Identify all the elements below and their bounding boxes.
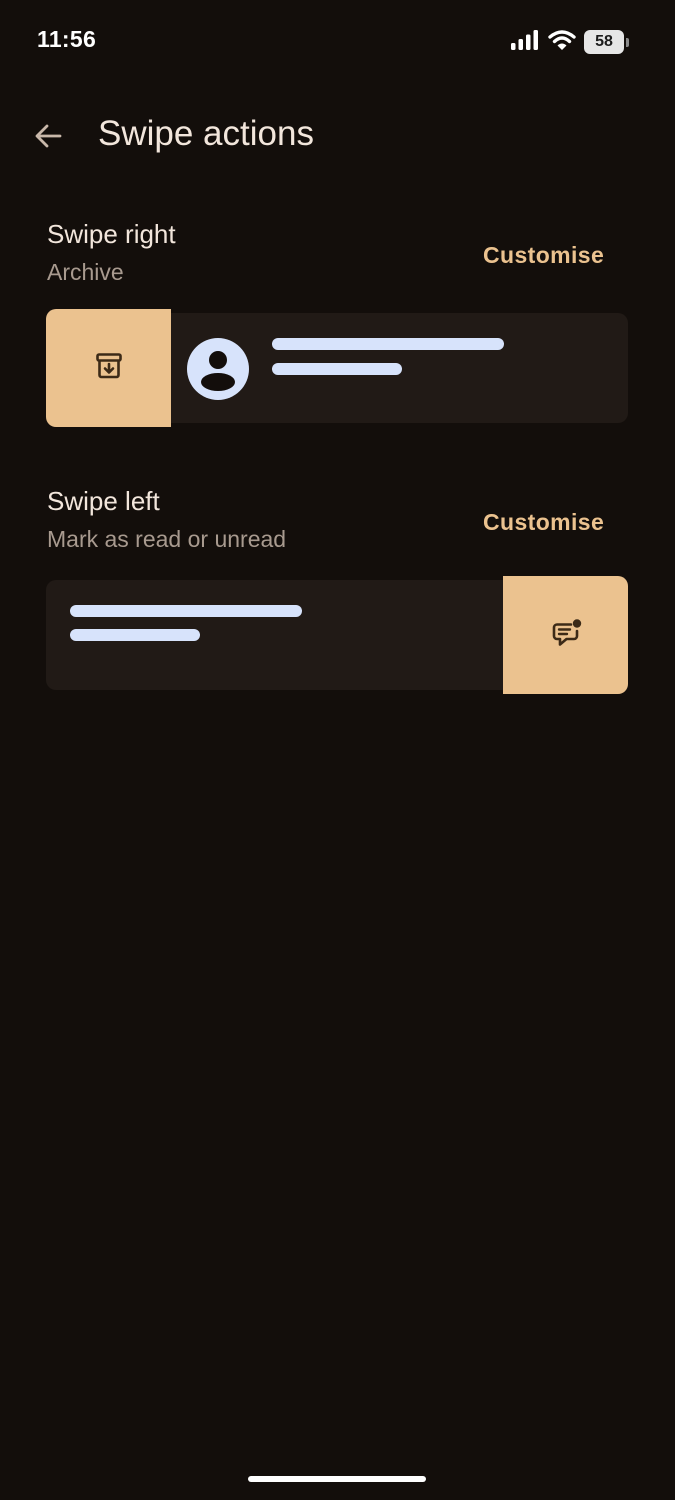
mark-unread-chat-icon bbox=[549, 616, 583, 655]
swipe-right-customise-button[interactable]: Customise bbox=[483, 242, 604, 269]
archive-icon bbox=[93, 350, 125, 387]
battery-level: 58 bbox=[584, 30, 624, 54]
preview-line-primary bbox=[272, 338, 504, 350]
page-title: Swipe actions bbox=[98, 114, 314, 153]
wifi-icon bbox=[548, 29, 576, 56]
avatar bbox=[187, 338, 249, 400]
preview-line-secondary bbox=[272, 363, 402, 375]
preview-line-secondary-left bbox=[70, 629, 200, 641]
swipe-left-action-label: Mark as read or unread bbox=[47, 526, 287, 552]
battery-icon: 58 bbox=[584, 30, 629, 54]
cellular-signal-icon bbox=[510, 29, 540, 56]
swipe-right-title: Swipe right bbox=[47, 219, 176, 249]
preview-line-primary-left bbox=[70, 605, 302, 617]
status-time: 11:56 bbox=[37, 26, 97, 52]
swipe-right-action-label: Archive bbox=[47, 259, 124, 285]
swipe-left-action-tile bbox=[503, 576, 628, 694]
home-indicator[interactable] bbox=[248, 1476, 426, 1482]
status-icons: 58 bbox=[510, 28, 629, 56]
swipe-left-customise-button[interactable]: Customise bbox=[483, 509, 604, 536]
swipe-left-title: Swipe left bbox=[47, 486, 160, 516]
back-button[interactable] bbox=[28, 118, 68, 158]
swipe-right-action-tile bbox=[46, 309, 171, 427]
arrow-back-icon bbox=[33, 121, 63, 156]
